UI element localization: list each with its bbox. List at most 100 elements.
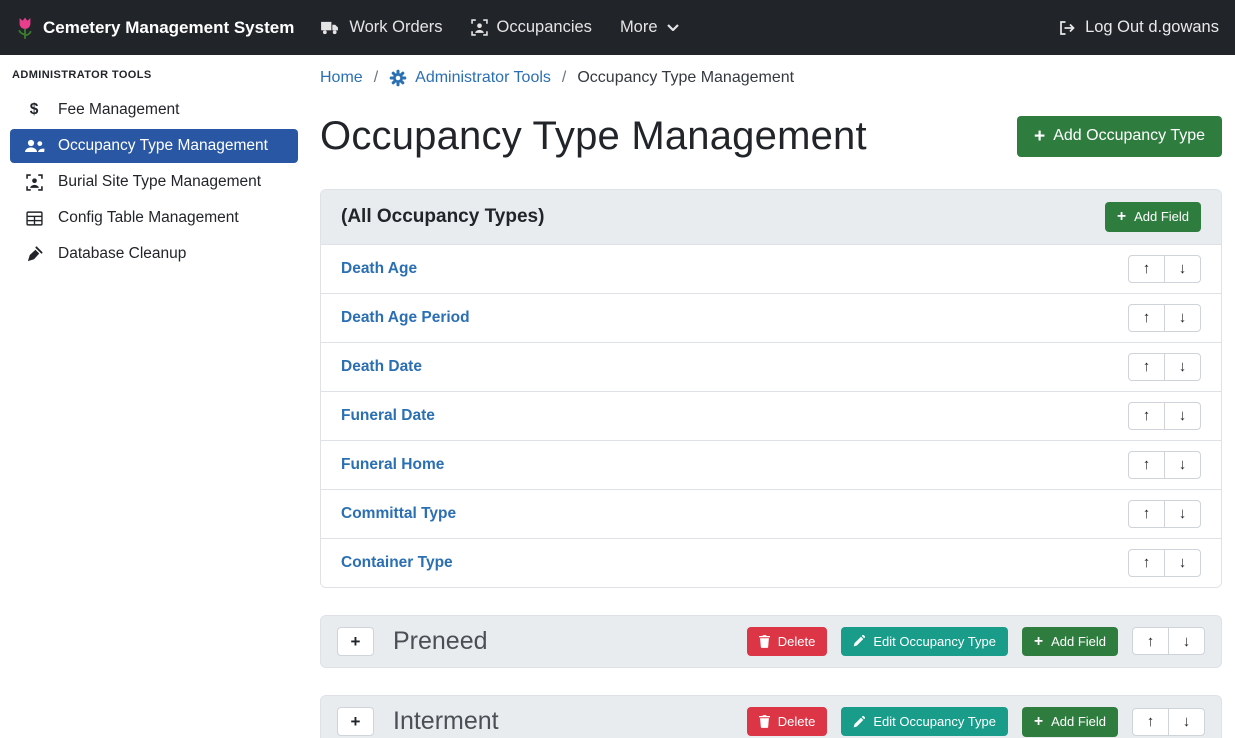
- breadcrumb-administrator-tools-label: Administrator Tools: [415, 69, 551, 87]
- move-down-button[interactable]: ↓: [1164, 402, 1201, 430]
- move-down-button[interactable]: ↓: [1164, 451, 1201, 479]
- nav-more[interactable]: More: [606, 18, 693, 37]
- field-link[interactable]: Funeral Date: [341, 407, 435, 425]
- person-bounding-box-icon: [22, 174, 46, 191]
- delete-button[interactable]: Delete: [747, 627, 828, 656]
- reorder-controls: ↑ ↓: [1128, 451, 1201, 479]
- breadcrumb-administrator-tools[interactable]: Administrator Tools: [389, 69, 551, 87]
- add-occupancy-type-button[interactable]: + Add Occupancy Type: [1017, 116, 1222, 157]
- plus-icon: +: [1034, 634, 1043, 650]
- field-row: Container Type ↑ ↓: [321, 539, 1221, 587]
- move-up-button[interactable]: ↑: [1132, 708, 1169, 736]
- move-up-button[interactable]: ↑: [1128, 451, 1165, 479]
- arrow-down-icon: ↓: [1179, 457, 1187, 472]
- sidebar: ADMINISTRATOR TOOLS $ Fee Management Occ…: [0, 55, 308, 738]
- add-field-button[interactable]: + Add Field: [1105, 202, 1201, 232]
- sidebar-item-label: Database Cleanup: [58, 245, 186, 263]
- plus-icon: +: [1034, 127, 1045, 146]
- breadcrumb-current-page: Occupancy Type Management: [577, 69, 794, 87]
- trash-icon: [759, 715, 770, 728]
- trash-icon: [759, 635, 770, 648]
- sidebar-item-database-cleanup[interactable]: Database Cleanup: [10, 237, 298, 271]
- move-up-button[interactable]: ↑: [1128, 304, 1165, 332]
- field-link[interactable]: Funeral Home: [341, 456, 444, 474]
- move-down-button[interactable]: ↓: [1164, 353, 1201, 381]
- arrow-up-icon: ↑: [1143, 408, 1151, 423]
- top-navbar: Cemetery Management System Work Orders: [0, 0, 1235, 55]
- arrow-up-icon: ↑: [1143, 359, 1151, 374]
- move-up-button[interactable]: ↑: [1132, 627, 1169, 655]
- field-link[interactable]: Committal Type: [341, 505, 456, 523]
- field-link[interactable]: Container Type: [341, 554, 453, 572]
- move-up-button[interactable]: ↑: [1128, 500, 1165, 528]
- move-up-button[interactable]: ↑: [1128, 255, 1165, 283]
- occupancy-type-section-preneed: + Preneed Delete: [320, 615, 1222, 669]
- field-row: Death Age ↑ ↓: [321, 245, 1221, 294]
- move-down-button[interactable]: ↓: [1164, 549, 1201, 577]
- move-down-button[interactable]: ↓: [1164, 500, 1201, 528]
- sidebar-item-occupancy-type-management[interactable]: Occupancy Type Management: [10, 129, 298, 163]
- nav-occupancies-label: Occupancies: [497, 18, 592, 37]
- plus-icon: +: [1034, 714, 1043, 730]
- arrow-up-icon: ↑: [1143, 457, 1151, 472]
- move-down-button[interactable]: ↓: [1168, 627, 1205, 655]
- breadcrumb-separator: /: [374, 69, 378, 87]
- sidebar-heading: ADMINISTRATOR TOOLS: [0, 63, 308, 91]
- add-field-button[interactable]: + Add Field: [1022, 707, 1118, 737]
- page-title: Occupancy Type Management: [320, 114, 867, 159]
- field-row: Committal Type ↑ ↓: [321, 490, 1221, 539]
- breadcrumb: Home / Administrat: [320, 69, 1222, 87]
- truck-icon: [320, 20, 340, 35]
- reorder-controls: ↑ ↓: [1128, 402, 1201, 430]
- field-row: Death Date ↑ ↓: [321, 343, 1221, 392]
- breadcrumb-separator: /: [562, 69, 566, 87]
- expand-button[interactable]: +: [337, 627, 374, 656]
- move-up-button[interactable]: ↑: [1128, 549, 1165, 577]
- field-link[interactable]: Death Age: [341, 260, 417, 278]
- reorder-controls: ↑ ↓: [1132, 627, 1205, 655]
- move-down-button[interactable]: ↓: [1164, 304, 1201, 332]
- occupancy-type-name: Interment: [393, 707, 499, 736]
- move-up-button[interactable]: ↑: [1128, 353, 1165, 381]
- expand-button[interactable]: +: [337, 707, 374, 736]
- reorder-controls: ↑ ↓: [1128, 304, 1201, 332]
- logout-link[interactable]: Log Out d.gowans: [1058, 18, 1219, 37]
- app-brand[interactable]: Cemetery Management System: [16, 16, 294, 40]
- field-link[interactable]: Death Date: [341, 358, 422, 376]
- add-field-button[interactable]: + Add Field: [1022, 627, 1118, 657]
- broom-icon: [22, 246, 46, 263]
- all-occupancy-types-header: (All Occupancy Types) + Add Field: [321, 190, 1221, 245]
- delete-button[interactable]: Delete: [747, 707, 828, 736]
- sidebar-item-burial-site-type-management[interactable]: Burial Site Type Management: [10, 165, 298, 199]
- logout-label: Log Out d.gowans: [1085, 18, 1219, 37]
- gear-icon: [389, 69, 407, 87]
- breadcrumb-home[interactable]: Home: [320, 69, 363, 87]
- edit-occupancy-type-button[interactable]: Edit Occupancy Type: [841, 627, 1008, 656]
- chevron-down-icon: [667, 24, 679, 31]
- sidebar-item-label: Occupancy Type Management: [58, 137, 268, 155]
- field-row: Funeral Date ↑ ↓: [321, 392, 1221, 441]
- field-link[interactable]: Death Age Period: [341, 309, 470, 327]
- arrow-up-icon: ↑: [1143, 555, 1151, 570]
- reorder-controls: ↑ ↓: [1128, 549, 1201, 577]
- arrow-down-icon: ↓: [1179, 261, 1187, 276]
- move-up-button[interactable]: ↑: [1128, 402, 1165, 430]
- navbar-menu: Work Orders Occupancies More: [306, 18, 692, 37]
- move-down-button[interactable]: ↓: [1164, 255, 1201, 283]
- edit-occupancy-type-button[interactable]: Edit Occupancy Type: [841, 707, 1008, 736]
- nav-occupancies[interactable]: Occupancies: [457, 18, 606, 37]
- section-actions: Delete Edit Occupancy Type + Add Field ↑: [747, 707, 1205, 737]
- move-down-button[interactable]: ↓: [1168, 708, 1205, 736]
- sidebar-item-label: Fee Management: [58, 101, 180, 119]
- arrow-up-icon: ↑: [1143, 261, 1151, 276]
- sidebar-item-fee-management[interactable]: $ Fee Management: [10, 93, 298, 127]
- arrow-up-icon: ↑: [1143, 310, 1151, 325]
- nav-more-label: More: [620, 18, 658, 37]
- sidebar-item-config-table-management[interactable]: Config Table Management: [10, 201, 298, 235]
- arrow-down-icon: ↓: [1179, 506, 1187, 521]
- field-row: Funeral Home ↑ ↓: [321, 441, 1221, 490]
- nav-work-orders[interactable]: Work Orders: [306, 18, 456, 37]
- page-layout: ADMINISTRATOR TOOLS $ Fee Management Occ…: [0, 55, 1235, 738]
- reorder-controls: ↑ ↓: [1128, 353, 1201, 381]
- app-title: Cemetery Management System: [43, 18, 294, 38]
